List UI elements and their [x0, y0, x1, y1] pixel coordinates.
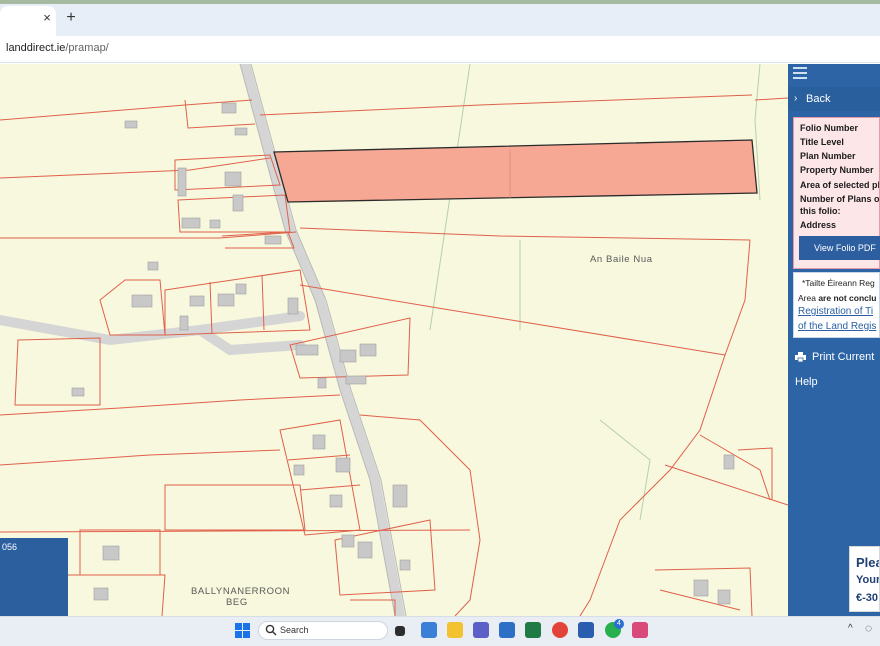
chevron-right-icon: ›: [794, 93, 798, 104]
photos-icon[interactable]: [421, 622, 437, 638]
area-label: Area of selected pla: [800, 180, 880, 190]
store-icon[interactable]: [499, 622, 515, 638]
windows-start-icon[interactable]: [235, 623, 250, 638]
browser-tab-strip: [0, 0, 880, 36]
plans-count-label-cont: this folio:: [800, 206, 841, 216]
url-path: /pramap/: [65, 42, 109, 54]
hamburger-menu-icon[interactable]: [793, 67, 807, 79]
teams-icon[interactable]: [473, 622, 489, 638]
plans-count-label: Number of Plans on: [800, 194, 880, 204]
place-label-an-baile-nua: An Baile Nua: [590, 254, 653, 265]
tray-chevron-icon[interactable]: ^: [848, 623, 853, 634]
tab-close-icon[interactable]: ×: [40, 8, 54, 28]
plan-number-label: Plan Number: [800, 151, 856, 161]
side-road-west: [0, 311, 305, 346]
url-host: landdirect.ie: [6, 42, 66, 54]
promo-line-2: Your: [856, 574, 880, 586]
registration-link[interactable]: Registration of Ti: [798, 306, 873, 317]
promo-line-1: Plea: [856, 555, 879, 570]
place-label-beg: BEG: [226, 597, 248, 608]
land-registry-link[interactable]: of the Land Regis: [798, 321, 876, 332]
map-svg: An Baile Nua BALLYNANERROON BEG: [0, 64, 788, 616]
chrome-icon[interactable]: [552, 622, 568, 638]
notice-line-2: Area are not conclu: [798, 293, 877, 303]
folder-icon[interactable]: [447, 622, 463, 638]
taskbar: [0, 616, 880, 646]
title-level-label: Title Level: [800, 137, 844, 147]
search-icon: [265, 624, 277, 636]
excel-icon[interactable]: [525, 622, 541, 638]
taskbar-search-input[interactable]: [258, 621, 388, 640]
printer-icon: [795, 352, 806, 362]
promo-card[interactable]: Plea Your €-30: [849, 546, 880, 612]
address-bar[interactable]: [0, 36, 880, 63]
back-label: Back: [806, 93, 831, 105]
promo-line-3: €-30: [856, 592, 879, 604]
place-label-ballynanerroon: BALLYNANERROON: [191, 586, 290, 597]
new-tab-button[interactable]: +: [62, 8, 80, 28]
view-folio-pdf-button[interactable]: View Folio PDF: [799, 236, 880, 260]
notice-line-1: *Tailte Éireann Reg: [802, 278, 875, 288]
address-label: Address: [800, 220, 837, 230]
map-canvas[interactable]: An Baile Nua BALLYNANERROON BEG: [0, 64, 788, 616]
print-label: Print Current: [812, 351, 875, 363]
back-button[interactable]: [788, 87, 880, 111]
url-text[interactable]: landdirect.ie/pramap/: [6, 42, 109, 54]
property-number-label: Property Number: [800, 165, 874, 175]
word-icon[interactable]: [578, 622, 594, 638]
taskbar-search-placeholder: Search: [280, 625, 309, 635]
selected-parcel: [273, 139, 758, 203]
notice-box: *Tailte Éireann Reg Area are not conclu …: [793, 272, 880, 338]
snipping-tool-icon[interactable]: [632, 622, 648, 638]
folio-number-label: Folio Number: [800, 123, 858, 133]
network-icon[interactable]: ◌: [865, 621, 872, 635]
map-info-number: 056: [2, 542, 18, 552]
whatsapp-badge: 4: [614, 619, 624, 629]
file-explorer-icon[interactable]: [395, 626, 405, 636]
help-link[interactable]: Help: [795, 376, 818, 388]
